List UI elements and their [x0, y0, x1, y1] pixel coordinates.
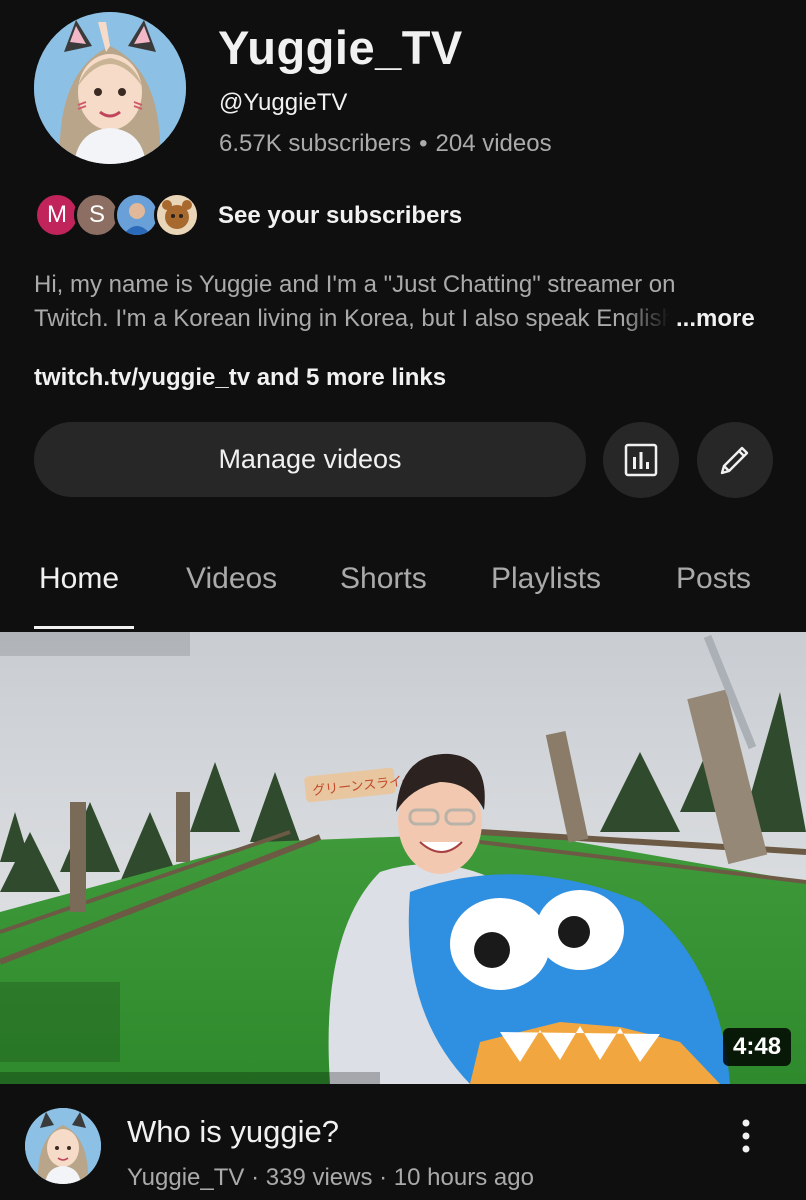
channel-name: Yuggie_TV — [218, 21, 463, 74]
channel-avatar-illustration — [34, 12, 186, 164]
more-options-button[interactable] — [730, 1114, 762, 1158]
channel-avatar-small-illustration — [25, 1108, 101, 1184]
subscriber-count: 6.57K subscribers — [219, 130, 412, 157]
tab-home[interactable]: Home — [39, 562, 119, 596]
description-line: Hi, my name is Yuggie and I'm a "Just Ch… — [34, 271, 676, 298]
video-count: 204 videos — [435, 130, 552, 157]
channel-tabs: Home Videos Shorts Playlists Posts — [0, 548, 806, 630]
channel-avatar[interactable] — [34, 12, 186, 164]
channel-description[interactable]: Hi, my name is Yuggie and I'm a "Just Ch… — [34, 268, 774, 336]
video-channel-avatar[interactable] — [25, 1108, 101, 1184]
channel-stats: 6.57K subscribers • 204 videos — [219, 130, 552, 158]
description-line: Twitch. I'm a Korean living in Korea, bu… — [34, 305, 670, 332]
manage-videos-button[interactable]: Manage videos — [34, 422, 586, 497]
see-subscribers-link[interactable]: See your subscribers — [218, 202, 462, 230]
analytics-button[interactable] — [603, 422, 679, 498]
channel-handle: @YuggieTV — [219, 89, 348, 116]
description-more-button[interactable]: ...more — [676, 302, 755, 336]
subscriber-photo-icon — [117, 195, 157, 235]
tab-posts[interactable]: Posts — [676, 562, 751, 596]
more-vert-icon — [742, 1119, 750, 1153]
analytics-icon — [624, 443, 658, 477]
subscriber-avatar — [154, 192, 200, 238]
channel-links[interactable]: twitch.tv/yuggie_tv and 5 more links — [34, 364, 446, 392]
edit-channel-button[interactable] — [697, 422, 773, 498]
tab-playlists[interactable]: Playlists — [491, 562, 601, 596]
stats-separator: • — [419, 130, 428, 157]
tab-shorts[interactable]: Shorts — [340, 562, 427, 596]
pencil-icon — [720, 446, 749, 475]
tab-videos[interactable]: Videos — [186, 562, 277, 596]
video-duration-badge: 4:48 — [723, 1028, 792, 1066]
video-title[interactable]: Who is yuggie? — [127, 1114, 339, 1150]
video-info-row[interactable]: Who is yuggie? Yuggie_TV · 339 views · 1… — [0, 1100, 806, 1200]
video-thumbnail[interactable]: グリーンスライダー — [0, 632, 806, 1084]
subscriber-cartoon-icon — [157, 195, 197, 235]
video-meta: Yuggie_TV · 339 views · 10 hours ago — [127, 1164, 534, 1191]
active-tab-indicator — [34, 626, 134, 629]
thumbnail-image: グリーンスライダー — [0, 632, 806, 1084]
